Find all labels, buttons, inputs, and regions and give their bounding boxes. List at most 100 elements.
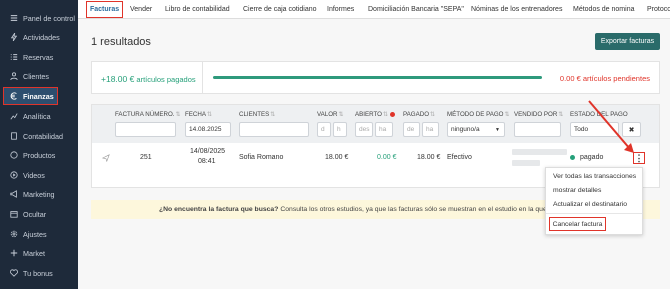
tab-cierre-caja[interactable]: Cierre de caja cotidiano — [243, 0, 317, 19]
calendar-icon — [9, 210, 18, 219]
menu-item-view-transactions[interactable]: Ver todas las transacciones — [553, 173, 636, 180]
cell-open: 0.00 € — [377, 154, 397, 161]
filter-method-select[interactable]: ninguno/a ▼ — [447, 122, 505, 137]
cell-method: Efectivo — [447, 154, 472, 161]
filter-open-min-input[interactable]: des — [355, 122, 373, 137]
tab-facturas[interactable]: Facturas — [86, 1, 124, 18]
column-label: FACTURA NÚMERO. — [115, 111, 175, 118]
sidebar-item-label: Analítica — [23, 111, 51, 121]
sort-icon: ⇅ — [430, 112, 436, 118]
column-header-sold-by[interactable]: VENDIDO POR⇅ — [514, 111, 563, 118]
column-header-method[interactable]: MÉTODO DE PAGO⇅ — [447, 111, 510, 118]
chart-icon — [9, 112, 18, 121]
cell-time: 08:41 — [198, 158, 216, 165]
euro-icon — [9, 92, 18, 101]
cell-value: 18.00 € — [325, 154, 349, 161]
sort-icon: ⇅ — [206, 112, 213, 118]
tab-nominas[interactable]: Nóminas de los entrenadores — [471, 0, 562, 19]
status-badge: pagado — [580, 154, 604, 161]
export-invoices-button[interactable]: Exportar facturas — [595, 33, 660, 50]
sort-icon: ⇅ — [558, 112, 564, 118]
sidebar-item-contabilidad[interactable]: Contabilidad — [0, 127, 78, 145]
megaphone-icon — [9, 190, 18, 199]
menu-item-show-details[interactable]: mostrar detalles — [553, 187, 601, 194]
filter-paid-max-input[interactable]: ha — [422, 122, 439, 137]
sidebar-item-videos[interactable]: Videos — [0, 166, 78, 184]
results-count: 1 resultados — [91, 36, 151, 48]
column-header-date[interactable]: FECHA⇅ — [185, 111, 212, 118]
sidebar-item-clientes[interactable]: Clientes — [0, 67, 78, 85]
lightning-icon — [9, 33, 18, 42]
tab-sepa[interactable]: Domiciliación Bancaria "SEPA" — [368, 0, 464, 19]
cell-sold-by-redacted — [512, 149, 567, 155]
column-header-value[interactable]: VALOR⇅ — [317, 111, 344, 118]
pending-amount: 0.00 € — [559, 74, 581, 83]
column-header-paid[interactable]: PAGADO⇅ — [403, 111, 435, 118]
column-header-number[interactable]: FACTURA NÚMERO.⇅ — [115, 111, 181, 118]
send-icon[interactable] — [102, 154, 110, 162]
play-icon — [9, 171, 18, 180]
filter-status-select[interactable]: Todo — [570, 122, 619, 137]
column-label: PAGADO — [403, 111, 430, 118]
tab-protocolo[interactable]: Protoco — [647, 0, 670, 19]
sidebar-item-finanzas[interactable]: Finanzas — [3, 87, 58, 105]
sidebar-item-productos[interactable]: Productos — [0, 146, 78, 164]
info-icon[interactable] — [389, 111, 395, 117]
filter-open-max-input[interactable]: ha — [375, 122, 393, 137]
clear-filters-button[interactable]: ✖ — [622, 122, 641, 137]
filter-sold-by-input[interactable] — [514, 122, 561, 137]
gear-icon — [9, 230, 18, 239]
sidebar: Panel de control Actividades Reservas Cl… — [0, 0, 78, 289]
cell-sold-by-redacted — [512, 160, 540, 166]
sort-icon: ⇅ — [175, 112, 181, 118]
tab-informes[interactable]: Informes — [327, 0, 354, 19]
column-label: ABIERTO — [355, 111, 382, 118]
top-tab-bar: Facturas Vender Libro de contabilidad Ci… — [78, 0, 670, 19]
list-icon — [9, 53, 18, 62]
sidebar-item-label: Ajustes — [23, 229, 47, 239]
tab-vender[interactable]: Vender — [130, 0, 152, 19]
tab-metodos-nomina[interactable]: Métodos de nomina — [573, 0, 634, 19]
menu-item-update-recipient[interactable]: Actualizar el destinatario — [553, 201, 627, 208]
filter-client-input[interactable] — [239, 122, 309, 137]
heart-icon — [9, 269, 18, 278]
sidebar-item-bonus[interactable]: Tu bonus — [0, 264, 78, 282]
sidebar-item-actividades[interactable]: Actividades — [0, 28, 78, 46]
column-label: VALOR — [317, 111, 338, 118]
column-header-clients[interactable]: CLIENTES⇅ — [239, 111, 275, 118]
column-header-status[interactable]: ESTADO DEL PAGO — [570, 111, 628, 118]
menu-item-cancel-invoice[interactable]: Cancelar factura — [549, 217, 606, 231]
sidebar-item-label: Finanzas — [23, 91, 54, 101]
sidebar-item-label: Actividades — [23, 32, 60, 42]
column-label: ESTADO DEL PAGO — [570, 111, 628, 118]
sidebar-item-label: Contabilidad — [23, 131, 63, 141]
column-label: CLIENTES — [239, 111, 270, 118]
sidebar-item-marketing[interactable]: Marketing — [0, 185, 78, 203]
box-icon — [9, 151, 18, 160]
sidebar-item-analitica[interactable]: Analítica — [0, 107, 78, 125]
row-actions-button[interactable]: ⋮ — [633, 152, 645, 164]
paid-amount: +18.00 € — [101, 74, 135, 84]
sidebar-item-label: Tu bonus — [23, 268, 53, 278]
cell-client[interactable]: Sofia Romano — [239, 154, 283, 161]
sidebar-item-market[interactable]: Market — [0, 244, 78, 262]
filter-number-input[interactable] — [115, 122, 176, 137]
filter-method-value: ninguno/a — [451, 126, 480, 133]
sidebar-item-label: Videos — [23, 170, 45, 180]
filter-paid-min-input[interactable]: de — [403, 122, 420, 137]
sidebar-item-ajustes[interactable]: Ajustes — [0, 225, 78, 243]
tab-libro-contabilidad[interactable]: Libro de contabilidad — [165, 0, 230, 19]
sidebar-item-reservas[interactable]: Reservas — [0, 48, 78, 66]
column-header-open[interactable]: ABIERTO⇅ — [355, 111, 395, 118]
table-header: FACTURA NÚMERO.⇅ FECHA⇅ CLIENTES⇅ VALOR⇅… — [92, 105, 659, 143]
filter-value-max-input[interactable]: h — [333, 122, 347, 137]
filter-date-input[interactable]: 14.08.2025 — [185, 122, 231, 137]
sidebar-item-ocultar[interactable]: Ocultar — [0, 205, 78, 223]
sidebar-item-label: Marketing — [23, 189, 55, 199]
filter-value-min-input[interactable]: d — [317, 122, 331, 137]
sidebar-item-label: Reservas — [23, 52, 54, 62]
document-icon — [9, 132, 18, 141]
sidebar-item-panel[interactable]: Panel de control — [0, 9, 78, 27]
plus-icon — [9, 249, 18, 258]
status-dot — [570, 155, 575, 160]
